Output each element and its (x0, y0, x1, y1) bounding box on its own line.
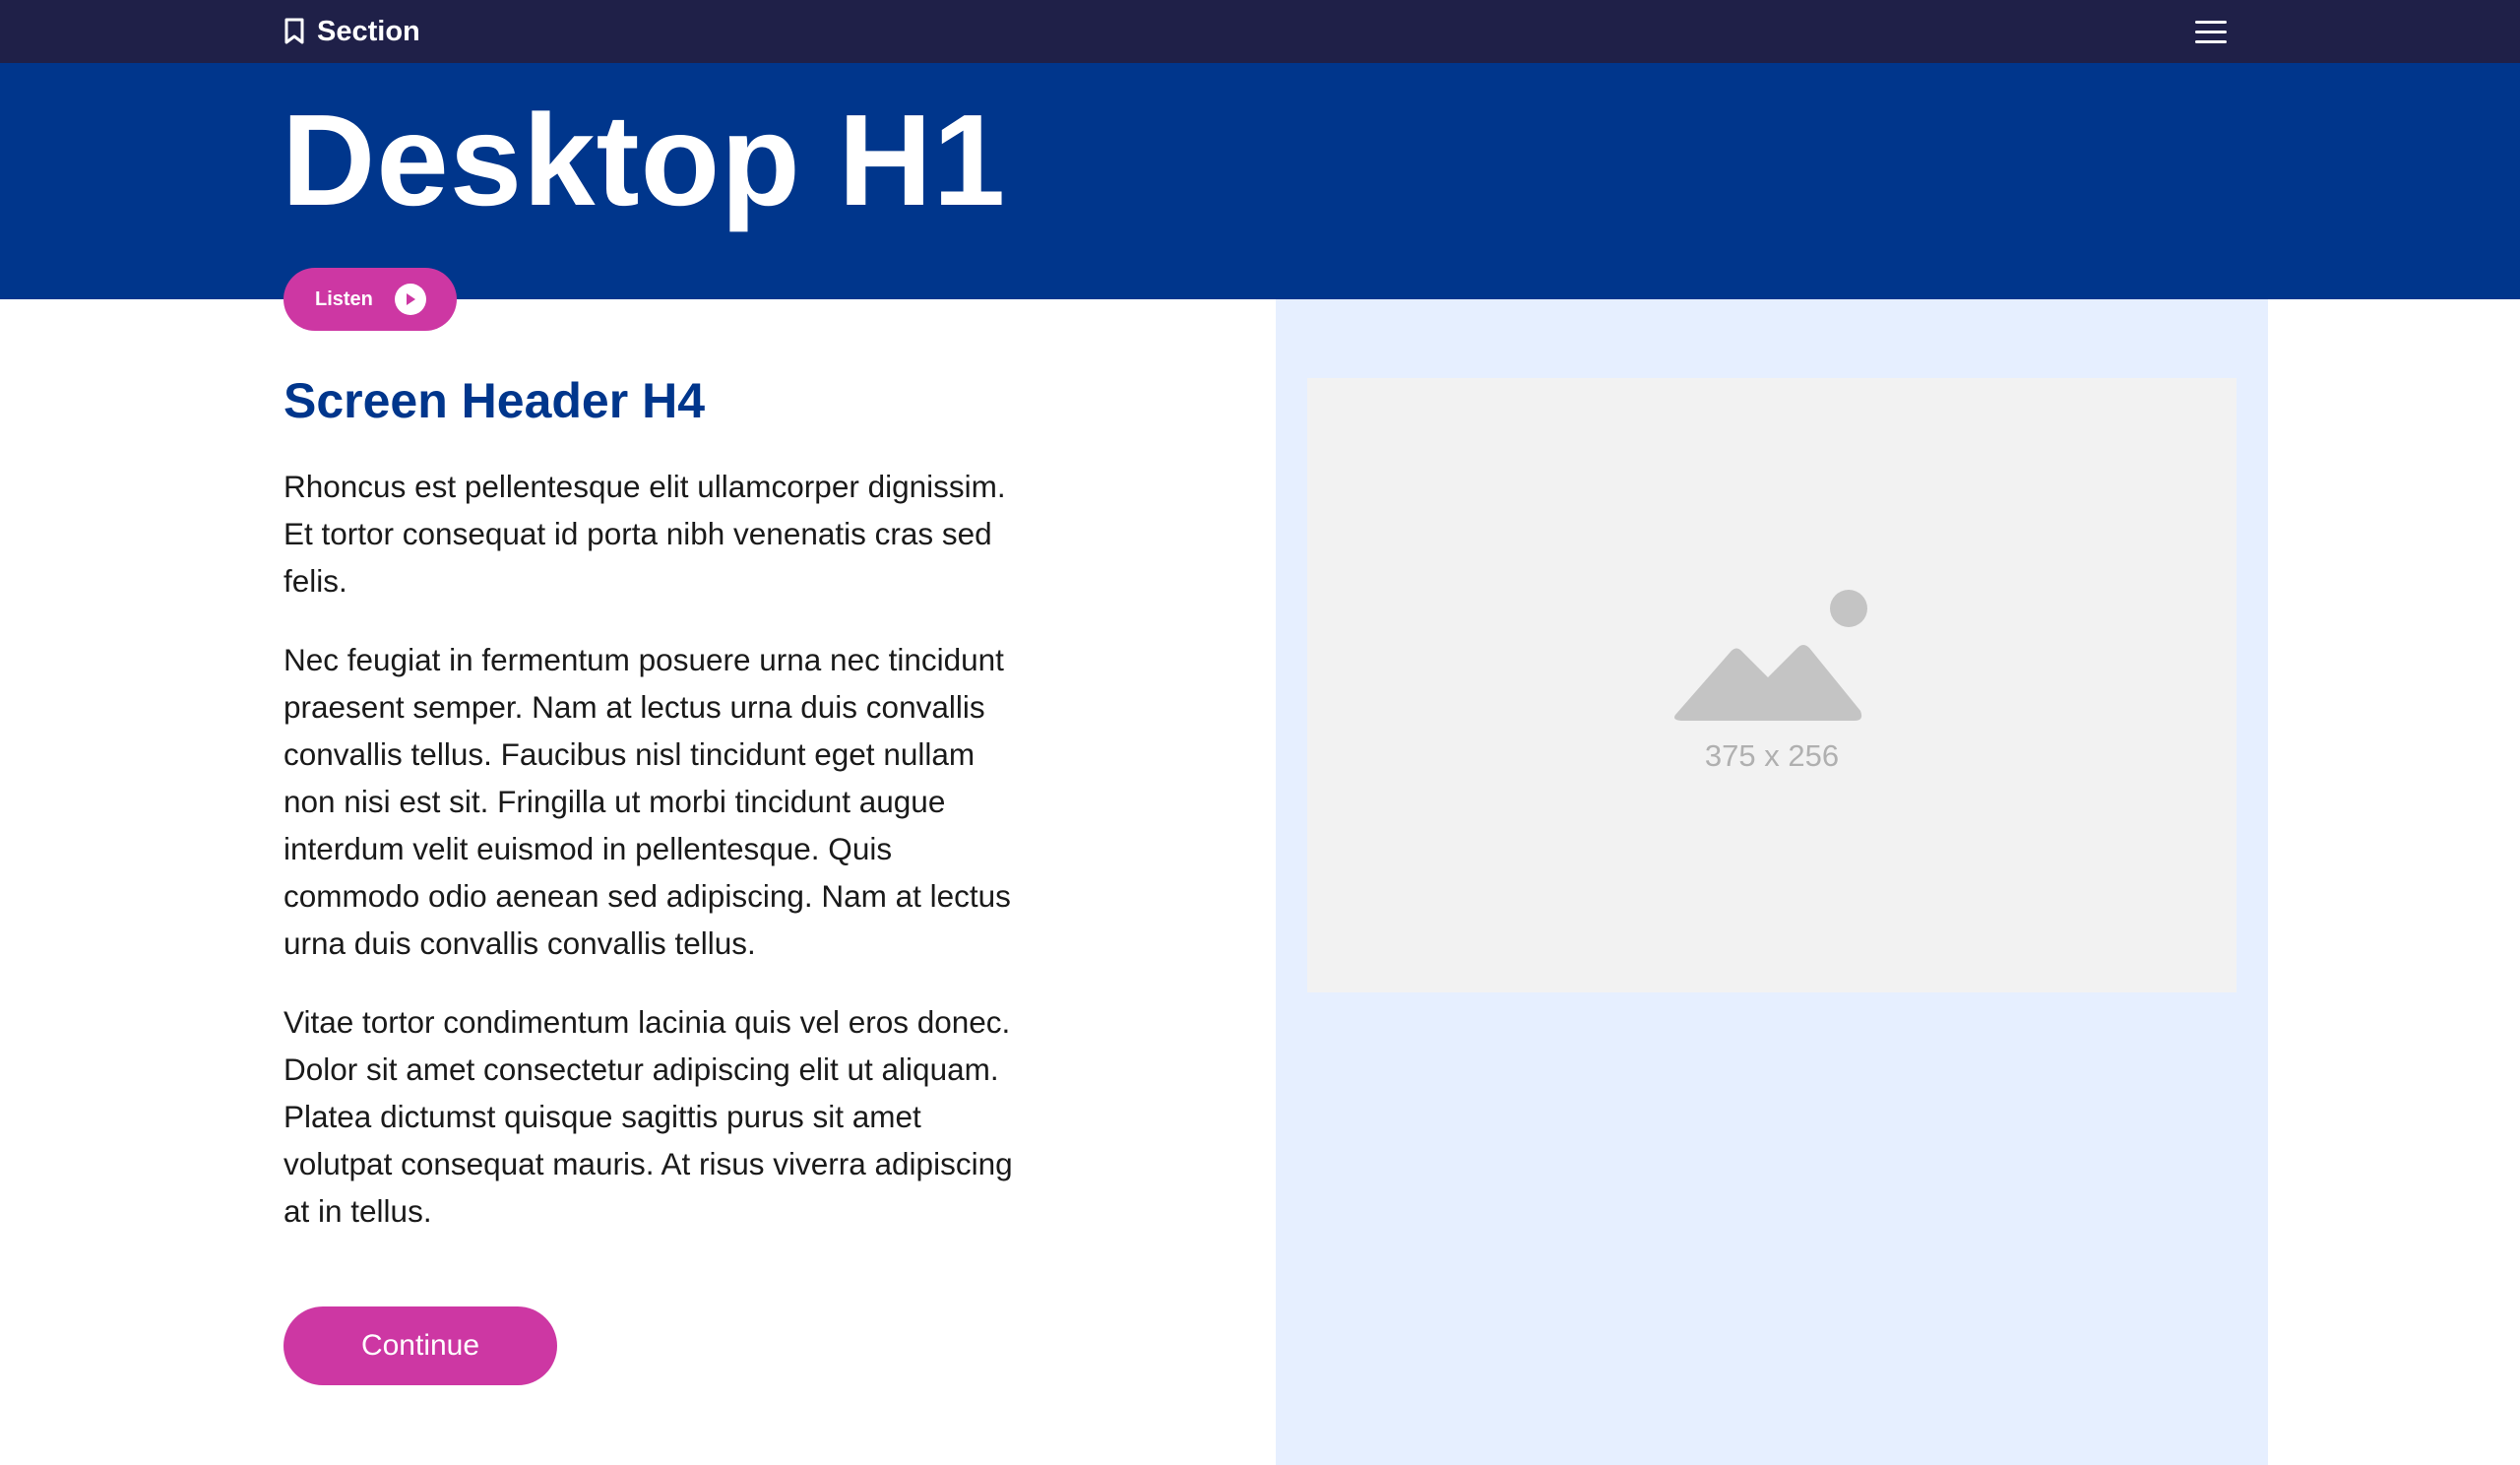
body-paragraph-3: Vitae tortor condimentum lacinia quis ve… (284, 1004, 1013, 1229)
page-title: Desktop H1 (282, 88, 1007, 232)
top-navigation-bar: Section (0, 0, 2520, 63)
section-label: Section (317, 15, 420, 47)
side-panel: 375 x 256 (1276, 299, 2268, 1465)
section-link[interactable]: Section (284, 0, 420, 63)
image-size-label: 375 x 256 (1704, 738, 1840, 773)
body-paragraph-1: Rhoncus est pellentesque elit ullamcorpe… (284, 469, 1006, 599)
listen-label: Listen (315, 287, 373, 310)
listen-button[interactable]: Listen (284, 268, 457, 331)
play-icon (394, 284, 426, 315)
main-content: Screen Header H4 Rhoncus est pellentesqu… (284, 366, 1032, 1266)
image-placeholder: 375 x 256 (1307, 378, 2236, 992)
bookmark-icon (284, 18, 305, 45)
body-paragraph-2: Nec feugiat in fermentum posuere urna ne… (284, 642, 1011, 961)
hero-banner: Desktop H1 (0, 63, 2520, 299)
hamburger-menu-button[interactable] (2195, 14, 2231, 49)
continue-button[interactable]: Continue (284, 1306, 557, 1385)
hamburger-menu-icon (2195, 20, 2227, 24)
image-placeholder-icon (1674, 590, 1867, 721)
screen-header: Screen Header H4 (284, 373, 706, 428)
